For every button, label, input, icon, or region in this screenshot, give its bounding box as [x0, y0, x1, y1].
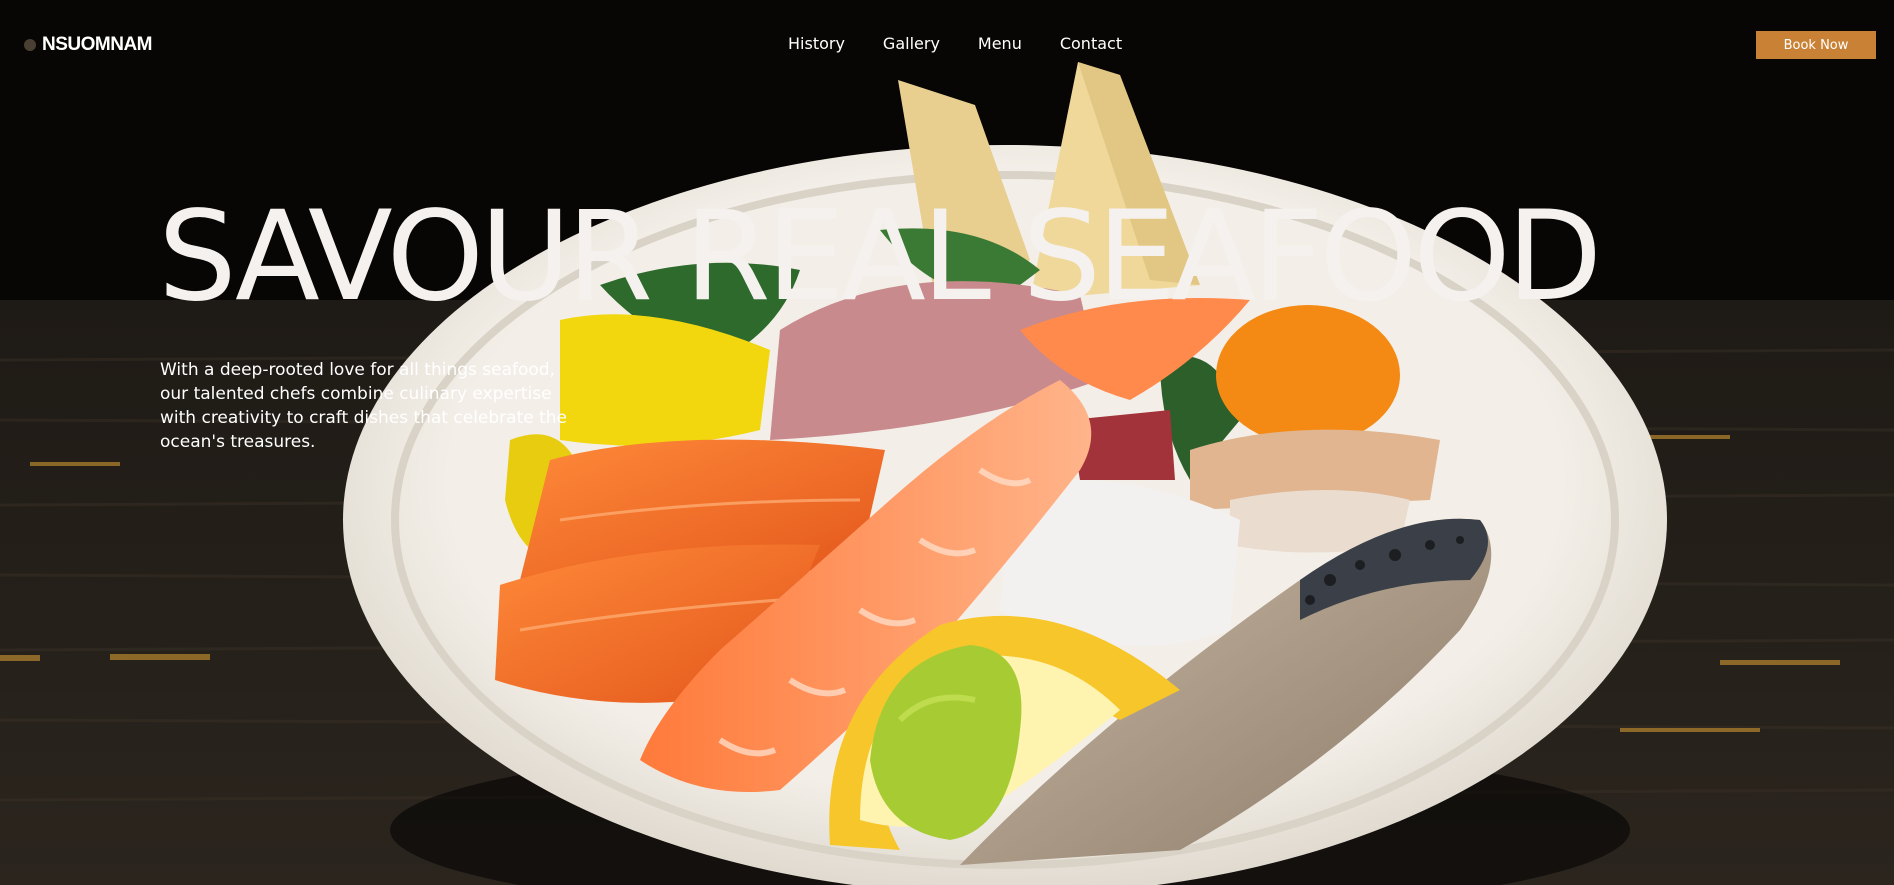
- nav-link-contact[interactable]: Contact: [1060, 34, 1122, 53]
- logo-dot-icon: [24, 39, 36, 51]
- hero-intro-text: With a deep-rooted love for all things s…: [160, 360, 567, 452]
- hero-headline: SAVOUR REAL SEAFOOD: [158, 185, 1602, 329]
- nav-link-history[interactable]: History: [788, 34, 845, 53]
- nav-link-menu[interactable]: Menu: [978, 34, 1022, 53]
- brand-logo[interactable]: NSUOMNAM: [24, 34, 153, 56]
- top-navigation: NSUOMNAM History Gallery Menu Contact Bo…: [0, 0, 1894, 90]
- book-now-button[interactable]: Book Now: [1756, 31, 1876, 59]
- nav-menu: History Gallery Menu Contact: [788, 34, 1122, 53]
- brand-name: NSUOMNAM: [42, 34, 153, 55]
- nav-link-gallery[interactable]: Gallery: [883, 34, 940, 53]
